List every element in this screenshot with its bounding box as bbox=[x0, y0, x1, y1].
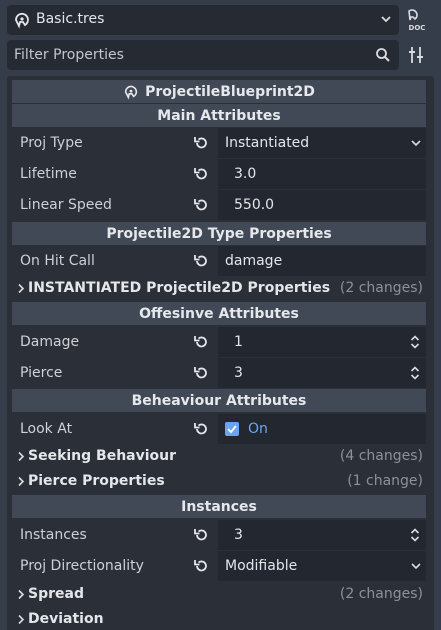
damage-spinbox[interactable]: 1 bbox=[218, 327, 426, 357]
class-name: ProjectileBlueprint2D bbox=[145, 83, 315, 100]
dropdown-value: Instantiated bbox=[225, 135, 310, 151]
property-damage: Damage 1 bbox=[12, 327, 426, 357]
spinner-arrows-icon[interactable] bbox=[410, 527, 420, 543]
section-offensive-attributes[interactable]: Offesinve Attributes bbox=[12, 302, 426, 325]
group-changes: (2 changes) bbox=[339, 586, 423, 602]
revert-icon[interactable] bbox=[193, 197, 209, 213]
revert-icon[interactable] bbox=[193, 253, 209, 269]
inspector-toolbar: Basic.tres DOC bbox=[0, 0, 441, 40]
property-look-at: Look At On bbox=[12, 414, 426, 444]
inspector-panel: ProjectileBlueprint2D Main Attributes Pr… bbox=[7, 76, 434, 630]
section-label: Instances bbox=[181, 498, 257, 515]
group-deviation[interactable]: Deviation bbox=[12, 607, 426, 630]
group-spread[interactable]: Spread (2 changes) bbox=[12, 582, 426, 607]
property-label: On Hit Call bbox=[20, 253, 95, 269]
section-label: Main Attributes bbox=[157, 107, 281, 124]
chevron-down-icon bbox=[411, 140, 421, 147]
linear-speed-field[interactable]: 550.0 bbox=[218, 190, 426, 220]
filter-input[interactable] bbox=[7, 40, 367, 70]
dropdown-value: Modifiable bbox=[225, 558, 298, 574]
chevron-right-icon bbox=[18, 451, 25, 462]
look-at-checkbox[interactable]: On bbox=[218, 414, 426, 444]
godot-resource-icon bbox=[15, 12, 29, 29]
property-label: Linear Speed bbox=[20, 197, 112, 213]
lifetime-field[interactable]: 3.0 bbox=[218, 159, 426, 189]
class-title: ProjectileBlueprint2D bbox=[12, 80, 426, 103]
property-lifetime: Lifetime 3.0 bbox=[12, 159, 426, 189]
property-on-hit-call: On Hit Call damage bbox=[12, 246, 426, 276]
property-instances: Instances 3 bbox=[12, 520, 426, 550]
section-behaviour-attributes[interactable]: Beheaviour Attributes bbox=[12, 389, 426, 412]
property-proj-directionality: Proj Directionality Modifiable bbox=[12, 551, 426, 581]
revert-icon[interactable] bbox=[193, 527, 209, 543]
section-label: Offesinve Attributes bbox=[139, 305, 299, 322]
field-value: 1 bbox=[234, 334, 243, 350]
field-value: damage bbox=[225, 253, 283, 269]
revert-icon[interactable] bbox=[193, 334, 209, 350]
section-main-attributes[interactable]: Main Attributes bbox=[12, 104, 426, 127]
property-pierce: Pierce 3 bbox=[12, 358, 426, 388]
property-label: Pierce bbox=[20, 365, 63, 381]
section-label: Beheaviour Attributes bbox=[131, 392, 307, 409]
revert-icon[interactable] bbox=[193, 166, 209, 182]
instances-spinbox[interactable]: 3 bbox=[218, 520, 426, 550]
chevron-right-icon bbox=[18, 589, 25, 600]
checkbox-checked-icon[interactable] bbox=[225, 422, 239, 436]
property-label: Proj Type bbox=[20, 135, 83, 151]
doc-icon[interactable]: DOC bbox=[404, 7, 430, 33]
chevron-right-icon bbox=[18, 283, 25, 294]
proj-type-dropdown[interactable]: Instantiated bbox=[218, 128, 426, 158]
property-label: Damage bbox=[20, 334, 80, 350]
revert-icon[interactable] bbox=[193, 365, 209, 381]
group-label: Pierce Properties bbox=[28, 473, 165, 489]
resource-name: Basic.tres bbox=[36, 11, 105, 27]
group-label: INSTANTIATED Projectile2D Properties bbox=[28, 280, 331, 296]
spinner-arrows-icon[interactable] bbox=[410, 334, 420, 350]
checkbox-label: On bbox=[248, 421, 268, 437]
field-value: 550.0 bbox=[234, 197, 275, 213]
group-changes: (4 changes) bbox=[339, 448, 423, 464]
group-changes: (2 changes) bbox=[339, 280, 423, 296]
chevron-right-icon bbox=[18, 614, 25, 625]
property-label: Instances bbox=[20, 527, 87, 543]
chevron-right-icon bbox=[18, 476, 25, 487]
tools-icon[interactable] bbox=[404, 43, 428, 67]
section-type-properties[interactable]: Projectile2D Type Properties bbox=[12, 222, 426, 245]
resource-picker[interactable]: Basic.tres bbox=[7, 5, 399, 35]
property-label: Lifetime bbox=[20, 166, 77, 182]
field-value: 3 bbox=[234, 527, 243, 543]
revert-icon[interactable] bbox=[193, 421, 209, 437]
section-instances[interactable]: Instances bbox=[12, 495, 426, 518]
group-label: Deviation bbox=[28, 611, 104, 627]
chevron-down-icon bbox=[411, 563, 421, 570]
search-icon bbox=[376, 48, 390, 62]
field-value: 3.0 bbox=[234, 166, 257, 182]
group-label: Spread bbox=[28, 586, 84, 602]
property-label: Look At bbox=[20, 421, 73, 437]
on-hit-call-field[interactable]: damage bbox=[218, 246, 426, 276]
revert-icon[interactable] bbox=[193, 135, 209, 151]
godot-resource-icon bbox=[124, 85, 138, 100]
section-label: Projectile2D Type Properties bbox=[106, 225, 332, 242]
revert-icon[interactable] bbox=[193, 558, 209, 574]
field-value: 3 bbox=[234, 365, 243, 381]
spinner-arrows-icon[interactable] bbox=[410, 365, 420, 381]
property-linear-speed: Linear Speed 550.0 bbox=[12, 190, 426, 220]
group-label: Seeking Behaviour bbox=[28, 448, 177, 464]
filter-properties bbox=[7, 40, 399, 70]
pierce-spinbox[interactable]: 3 bbox=[218, 358, 426, 388]
group-instantiated-properties[interactable]: INSTANTIATED Projectile2D Properties (2 … bbox=[12, 276, 426, 301]
svg-text:DOC: DOC bbox=[409, 24, 426, 32]
group-pierce-properties[interactable]: Pierce Properties (1 change) bbox=[12, 469, 426, 494]
property-label: Proj Directionality bbox=[20, 558, 144, 574]
property-proj-type: Proj Type Instantiated bbox=[12, 128, 426, 158]
group-changes: (1 change) bbox=[347, 473, 423, 489]
proj-directionality-dropdown[interactable]: Modifiable bbox=[218, 551, 426, 581]
chevron-down-icon bbox=[381, 16, 391, 23]
group-seeking-behaviour[interactable]: Seeking Behaviour (4 changes) bbox=[12, 444, 426, 469]
